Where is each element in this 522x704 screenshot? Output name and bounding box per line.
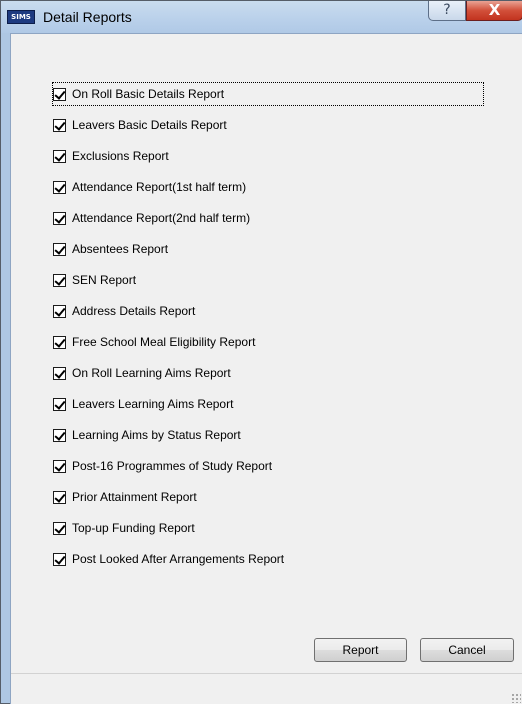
report-checkbox-item[interactable]: Prior Attainment Report: [53, 487, 197, 507]
help-icon: ?: [443, 2, 451, 18]
checkbox-checked[interactable]: [53, 87, 66, 101]
report-checkbox-item[interactable]: Leavers Learning Aims Report: [53, 394, 233, 414]
checkbox-checked[interactable]: [53, 211, 66, 225]
report-label: Prior Attainment Report: [72, 490, 197, 504]
report-label: Leavers Basic Details Report: [72, 118, 227, 132]
report-label: Post-16 Programmes of Study Report: [72, 459, 273, 473]
checkbox-checked[interactable]: [53, 149, 66, 163]
report-checkbox-item[interactable]: Leavers Basic Details Report: [53, 115, 227, 135]
report-checklist: On Roll Basic Details Report Leavers Bas…: [11, 34, 522, 634]
checkbox-checked[interactable]: [53, 490, 66, 504]
checkbox-checked[interactable]: [53, 273, 66, 287]
checkbox-checked[interactable]: [53, 118, 66, 132]
report-checkbox-item[interactable]: Absentees Report: [53, 239, 168, 259]
report-label: SEN Report: [72, 273, 137, 287]
close-button[interactable]: X: [466, 1, 522, 21]
report-checkbox-item[interactable]: Attendance Report(2nd half term): [53, 208, 250, 228]
report-checkbox-item[interactable]: Learning Aims by Status Report: [53, 425, 241, 445]
checkbox-checked[interactable]: [53, 459, 66, 473]
report-checkbox-item[interactable]: On Roll Learning Aims Report: [53, 363, 231, 383]
sims-app-icon: SIMS: [7, 10, 35, 24]
report-checkbox-item[interactable]: On Roll Basic Details Report: [52, 82, 484, 106]
checkbox-checked[interactable]: [53, 366, 66, 380]
title-bar[interactable]: SIMS Detail Reports ? X: [1, 1, 522, 33]
window-title: Detail Reports: [43, 9, 132, 25]
report-label: Attendance Report(2nd half term): [72, 211, 251, 225]
report-label: On Roll Basic Details Report: [72, 87, 225, 101]
report-checkbox-item[interactable]: Free School Meal Eligibility Report: [53, 332, 255, 352]
report-label: Exclusions Report: [72, 149, 169, 163]
report-label: Free School Meal Eligibility Report: [72, 335, 256, 349]
report-label: Top-up Funding Report: [72, 521, 195, 535]
checkbox-checked[interactable]: [53, 180, 66, 194]
checkbox-checked[interactable]: [53, 428, 66, 442]
report-label: Leavers Learning Aims Report: [72, 397, 234, 411]
report-label: Post Looked After Arrangements Report: [72, 552, 285, 566]
dialog-body: On Roll Basic Details Report Leavers Bas…: [10, 33, 522, 704]
report-label: On Roll Learning Aims Report: [72, 366, 231, 380]
report-label: Absentees Report: [72, 242, 169, 256]
checkbox-checked[interactable]: [53, 242, 66, 256]
report-label: Attendance Report(1st half term): [72, 180, 247, 194]
checkbox-checked[interactable]: [53, 335, 66, 349]
report-checkbox-item[interactable]: Exclusions Report: [53, 146, 169, 166]
checkbox-checked[interactable]: [53, 397, 66, 411]
close-icon: X: [488, 1, 501, 19]
report-label: Address Details Report: [72, 304, 196, 318]
detail-reports-window: SIMS Detail Reports ? X On Roll Basic De…: [0, 0, 522, 704]
resize-grip-icon[interactable]: [511, 693, 521, 703]
checkbox-checked[interactable]: [53, 304, 66, 318]
cancel-button[interactable]: Cancel: [420, 638, 514, 662]
report-checkbox-item[interactable]: SEN Report: [53, 270, 136, 290]
report-checkbox-item[interactable]: Address Details Report: [53, 301, 195, 321]
checkbox-checked[interactable]: [53, 521, 66, 535]
help-button[interactable]: ?: [428, 1, 466, 21]
report-button[interactable]: Report: [314, 638, 407, 662]
report-checkbox-item[interactable]: Post Looked After Arrangements Report: [53, 549, 284, 569]
report-checkbox-item[interactable]: Top-up Funding Report: [53, 518, 195, 538]
report-checkbox-item[interactable]: Attendance Report(1st half term): [53, 177, 246, 197]
report-label: Learning Aims by Status Report: [72, 428, 241, 442]
checkbox-checked[interactable]: [53, 552, 66, 566]
report-checkbox-item[interactable]: Post-16 Programmes of Study Report: [53, 456, 272, 476]
status-bar: [11, 673, 522, 704]
